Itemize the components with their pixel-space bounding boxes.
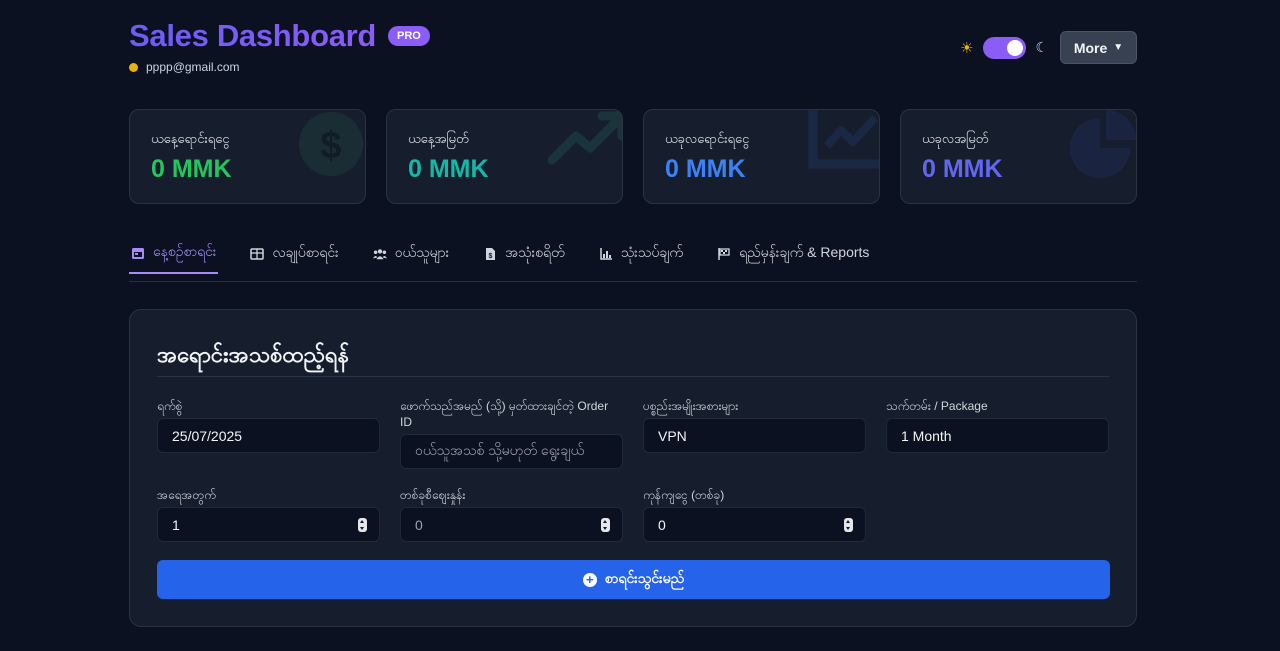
more-label: More [1073, 39, 1108, 56]
submit-label: စာရင်းသွင်းမည် [604, 570, 685, 586]
page-title: Sales Dashboard [129, 18, 377, 53]
user-info: pppp@gmail.com [129, 60, 240, 74]
chart-icon [599, 247, 612, 260]
more-button[interactable]: More ▼ [1060, 31, 1137, 64]
header-controls: ☀ ☾ More ▼ [960, 31, 1137, 64]
stat-label: ယနေ့အမြတ် [408, 131, 469, 146]
table-icon [250, 247, 265, 260]
qty-value: 1 [172, 516, 180, 533]
form-title: အရောင်းအသစ်ထည့်ရန် [157, 342, 350, 367]
new-sale-form: အရောင်းအသစ်ထည့်ရန် ရက်စွဲ 25/07/2025 ဖော… [129, 309, 1137, 627]
header: Sales Dashboard PRO pppp@gmail.com ☀ ☾ M… [129, 0, 1137, 96]
sun-icon: ☀ [959, 39, 974, 57]
qty-field-group: အရေအတွက် 1 [157, 487, 380, 542]
product-field-group: ပစ္စည်းအမျိုးအစားများ VPN [643, 398, 866, 453]
unit-price-label: တစ်ခုစီဈေးနှုန်း [400, 488, 466, 502]
tab-monthly[interactable]: လချုပ်စာရင်း [248, 233, 340, 274]
toggle-knob [1007, 39, 1024, 56]
cost-field-group: ကုန်ကျငွေ (တစ်ခု) 0 [643, 487, 866, 542]
package-field-group: သက်တမ်း / Package 1 Month [886, 398, 1109, 453]
calendar-icon [132, 247, 144, 259]
package-label: သက်တမ်း / Package [886, 399, 988, 413]
flag-icon [718, 247, 730, 260]
customer-input[interactable]: ဝယ်သူအသစ် သို့မဟုတ် ရွေးချယ် [400, 434, 623, 469]
qty-input[interactable]: 1 [157, 507, 380, 542]
stat-card-month-profit: ယခုလအမြတ် 0 MMK [900, 109, 1137, 204]
chevron-down-icon: ▼ [1113, 42, 1124, 53]
unit-price-input[interactable]: 0 [400, 507, 623, 542]
stepper-icon[interactable] [844, 518, 853, 532]
stat-label: ယနေ့ရောင်းရငွေ [151, 131, 230, 146]
stat-value: 0 MMK [151, 155, 232, 183]
package-select[interactable]: 1 Month [886, 418, 1109, 453]
stepper-icon[interactable] [601, 518, 610, 532]
plus-circle-icon: + [582, 572, 597, 587]
dollar-icon: $ [299, 112, 363, 176]
svg-text:$: $ [320, 125, 341, 167]
users-icon [372, 248, 387, 259]
pro-badge: PRO [388, 26, 430, 46]
svg-text:$: $ [489, 253, 493, 260]
date-input[interactable]: 25/07/2025 [157, 418, 380, 453]
stat-card-month-sales: ယခုလရောင်းရငွေ 0 MMK [643, 109, 880, 204]
tab-bar: နေ့စဉ်စာရင်း လချုပ်စာရင်း ဝယ်သူများ $ အသ… [129, 233, 1137, 282]
tab-label: အသုံးစရိတ် [505, 244, 565, 260]
cost-label: ကုန်ကျငွေ (တစ်ခု) [643, 488, 725, 502]
date-label: ရက်စွဲ [157, 399, 183, 413]
moon-icon: ☾ [1035, 39, 1048, 55]
status-dot-icon [129, 62, 138, 72]
product-select[interactable]: VPN [643, 418, 866, 453]
stat-card-today-profit: ယနေ့အမြတ် 0 MMK [386, 109, 623, 204]
stat-label: ယခုလအမြတ် [922, 131, 989, 146]
submit-button[interactable]: + စာရင်းသွင်းမည် [157, 560, 1110, 599]
tab-label: နေ့စဉ်စာရင်း [153, 243, 217, 259]
customer-label: ဖောက်သည်အမည် (သို့) မှတ်ထားချင်တဲ့ Order… [400, 399, 609, 429]
receipt-icon: $ [486, 247, 496, 260]
user-email: pppp@gmail.com [146, 60, 240, 74]
tab-expenses[interactable]: $ အသုံးစရိတ် [481, 233, 567, 274]
unit-price-value: 0 [415, 516, 423, 533]
stepper-icon[interactable] [358, 518, 367, 532]
stat-value: 0 MMK [665, 155, 746, 183]
theme-toggle[interactable] [983, 36, 1027, 59]
stat-value: 0 MMK [922, 155, 1003, 183]
divider [157, 376, 1109, 377]
cost-input[interactable]: 0 [643, 507, 866, 542]
qty-label: အရေအတွက် [157, 488, 216, 502]
unit-price-field-group: တစ်ခုစီဈေးနှုန်း 0 [400, 487, 623, 542]
tab-customers[interactable]: ဝယ်သူများ [371, 233, 452, 274]
stat-cards: $ ယနေ့ရောင်းရငွေ 0 MMK ယနေ့အမြတ် 0 MMK ယ… [129, 109, 1137, 204]
pie-chart-icon [1070, 110, 1136, 178]
trend-up-icon [548, 111, 622, 165]
cost-value: 0 [658, 516, 666, 533]
tab-label: ဝယ်သူများ [394, 244, 450, 260]
stat-label: ယခုလရောင်းရငွေ [665, 131, 750, 146]
tab-daily[interactable]: နေ့စဉ်စာရင်း [129, 233, 219, 274]
tab-goals-reports[interactable]: ရည်မှန်းချက် & Reports [715, 233, 871, 274]
date-field-group: ရက်စွဲ 25/07/2025 [157, 398, 380, 453]
app-root: Sales Dashboard PRO pppp@gmail.com ☀ ☾ M… [129, 0, 1137, 627]
tab-label: လချုပ်စာရင်း [272, 244, 339, 260]
line-chart-icon [808, 110, 879, 169]
stat-value: 0 MMK [408, 155, 489, 183]
tab-label: သုံးသပ်ချက် [620, 244, 684, 260]
customer-field-group: ဖောက်သည်အမည် (သို့) မှတ်ထားချင်တဲ့ Order… [400, 398, 623, 469]
product-label: ပစ္စည်းအမျိုးအစားများ [643, 399, 739, 413]
stat-card-today-sales: $ ယနေ့ရောင်းရငွေ 0 MMK [129, 109, 366, 204]
tab-label: ရည်မှန်းချက် & Reports [739, 244, 870, 260]
tab-analysis[interactable]: သုံးသပ်ချက် [597, 233, 685, 274]
